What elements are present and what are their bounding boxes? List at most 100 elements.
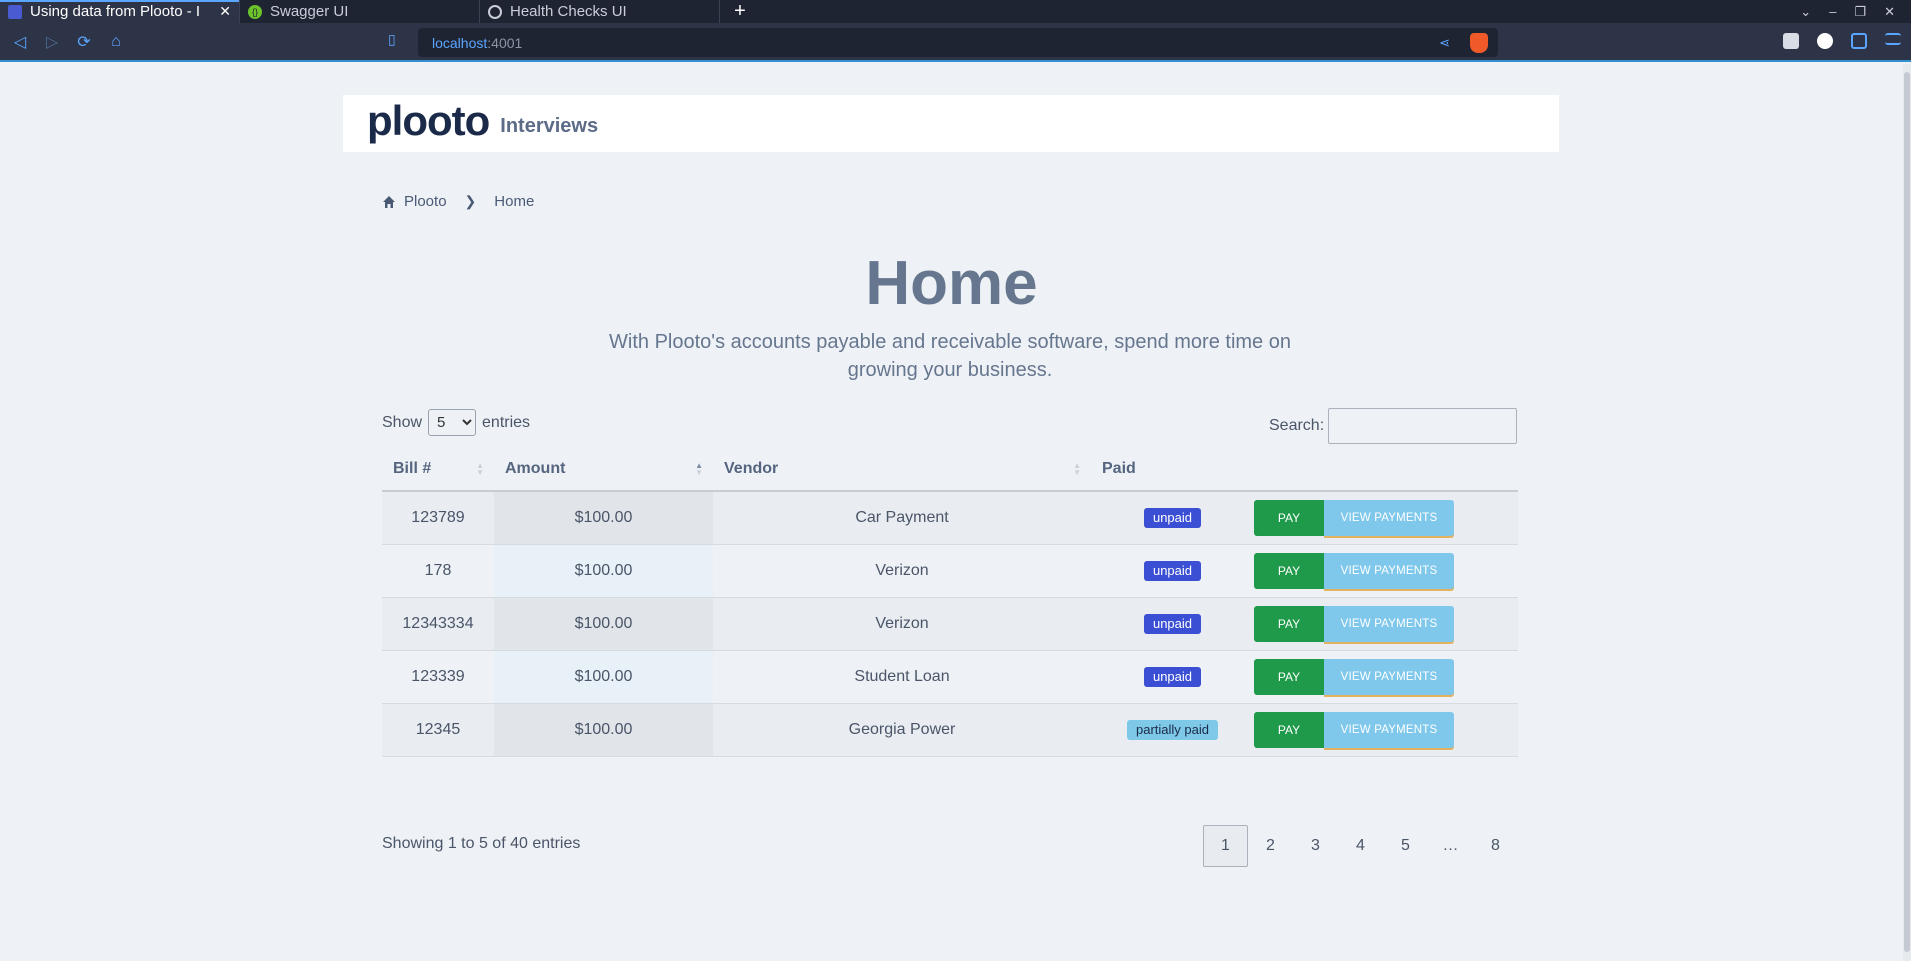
plooto-favicon (8, 4, 22, 19)
page-title: Home (865, 249, 1038, 318)
vendor-cell: Car Payment (713, 491, 1091, 545)
breadcrumb-home-link[interactable]: Plooto (404, 193, 447, 210)
pay-button[interactable]: PAY (1254, 552, 1324, 589)
sort-icon: ▲ ▼ (1073, 461, 1081, 477)
browser-tab-bar: Using data from Plooto - I ✕ {} Swagger … (0, 0, 1911, 23)
entries-label: entries (482, 413, 531, 431)
page-button-4[interactable]: 4 (1338, 825, 1383, 867)
bills-table-container: Bill # ▲ ▼ Amount ▲ ▼ Vendor ▲ ▼ Paid 123789 $… (382, 448, 1518, 757)
close-window-icon[interactable]: ✕ (1884, 4, 1895, 20)
tab-swagger[interactable]: {} Swagger UI (240, 0, 480, 23)
entries-length-control: Show 5 entries (382, 409, 530, 436)
page-scrollbar[interactable] (1903, 64, 1911, 961)
search-control: Search: (1269, 408, 1518, 444)
vendor-cell: Verizon (713, 544, 1091, 598)
show-label: Show (382, 413, 423, 431)
extension-a-icon[interactable] (1817, 33, 1833, 49)
table-row: 178 $100.00 Verizon unpaid PAY VIEW PAYME… (382, 544, 1518, 598)
bill-number-cell: 178 (382, 544, 494, 598)
vendor-cell: Student Loan (713, 650, 1091, 704)
swagger-favicon: {} (248, 4, 262, 19)
tab-title: Health Checks UI (510, 3, 627, 20)
actions-cell: PAY VIEW PAYMENTS (1254, 491, 1518, 545)
column-header-vendor[interactable]: Vendor ▲ ▼ (713, 448, 1091, 492)
amount-cell: $100.00 (494, 703, 713, 757)
column-header-actions (1254, 448, 1518, 492)
amount-cell: $100.00 (494, 491, 713, 545)
new-tab-button[interactable]: + (720, 0, 760, 23)
page-button-5[interactable]: 5 (1383, 825, 1428, 867)
bookmark-icon[interactable]: ▯ (388, 31, 396, 48)
reload-icon[interactable]: ⟳ (68, 26, 100, 58)
minimize-icon[interactable]: – (1829, 4, 1836, 19)
column-header-bill[interactable]: Bill # ▲ ▼ (382, 448, 494, 492)
pay-button[interactable]: PAY (1254, 711, 1324, 748)
status-badge: unpaid (1143, 560, 1202, 581)
table-header-row: Bill # ▲ ▼ Amount ▲ ▼ Vendor ▲ ▼ Paid (382, 448, 1518, 492)
chevron-down-icon[interactable]: ⌄ (1800, 4, 1811, 20)
paid-cell: unpaid (1091, 597, 1254, 651)
actions-cell: PAY VIEW PAYMENTS (1254, 544, 1518, 598)
header-subtitle: Interviews (500, 115, 599, 137)
share-icon[interactable]: ⋖ (1439, 35, 1450, 51)
amount-cell: $100.00 (494, 597, 713, 651)
address-bar[interactable]: localhost:4001 ⋖ (418, 28, 1498, 811)
breadcrumb: Plooto ❯ Home (382, 193, 534, 210)
vendor-cell: Verizon (713, 597, 1091, 651)
table-info: Showing 1 to 5 of 40 entries (382, 835, 581, 852)
globe-icon (488, 4, 502, 19)
paid-cell: partially paid (1091, 703, 1254, 757)
restore-icon[interactable]: ❐ (1854, 4, 1866, 20)
column-header-amount[interactable]: Amount ▲ ▼ (494, 448, 713, 492)
home-icon (383, 195, 395, 208)
paid-cell: unpaid (1091, 491, 1254, 545)
bitwarden-icon[interactable] (1783, 33, 1799, 49)
search-input[interactable] (1328, 408, 1518, 444)
bills-table: Bill # ▲ ▼ Amount ▲ ▼ Vendor ▲ ▼ Paid 123789 $… (382, 448, 1518, 757)
pagination: 1 2 3 4 5 … 8 (1203, 825, 1518, 867)
back-icon[interactable]: ◁ (4, 26, 36, 58)
page-button-3[interactable]: 3 (1293, 825, 1338, 867)
amount-cell: $100.00 (494, 650, 713, 704)
page-button-8[interactable]: 8 (1473, 825, 1518, 867)
plooto-logo[interactable]: plooto (367, 99, 490, 148)
menu-icon[interactable] (1885, 33, 1901, 45)
forward-icon[interactable]: ▷ (36, 26, 68, 58)
pay-button[interactable]: PAY (1254, 499, 1324, 536)
bill-number-cell: 123789 (382, 491, 494, 545)
breadcrumb-current: Home (494, 193, 535, 210)
pay-button[interactable]: PAY (1254, 658, 1324, 695)
site-header: plooto Interviews (343, 95, 1559, 152)
view-payments-button[interactable]: VIEW PAYMENTS (1324, 605, 1454, 642)
search-label: Search: (1269, 417, 1325, 434)
page-button-1[interactable]: 1 (1203, 825, 1248, 867)
tab-plooto[interactable]: Using data from Plooto - I ✕ (0, 0, 240, 23)
sort-icon: ▲ ▼ (476, 461, 484, 477)
page-ellipsis: … (1442, 837, 1459, 854)
page-subtitle: With Plooto's accounts payable and recei… (609, 331, 1291, 381)
table-row: 12345 $100.00 Georgia Power partially pa… (382, 703, 1518, 757)
puzzle-icon[interactable] (1851, 33, 1867, 49)
entries-select[interactable]: 5 (428, 409, 477, 436)
status-badge: unpaid (1143, 666, 1202, 687)
bill-number-cell: 123339 (382, 650, 494, 704)
table-row: 123339 $100.00 Student Loan unpaid PAY VI… (382, 650, 1518, 704)
tab-health-checks[interactable]: Health Checks UI (480, 0, 720, 23)
home-icon[interactable]: ⌂ (100, 26, 132, 58)
browser-nav-bar: ◁ ▷ ⟳ ⌂ ▯ localhost:4001 ⋖ (0, 23, 1911, 811)
view-payments-button[interactable]: VIEW PAYMENTS (1324, 658, 1454, 695)
pay-button[interactable]: PAY (1254, 605, 1324, 642)
status-badge: partially paid (1127, 719, 1218, 740)
scrollbar-thumb[interactable] (1904, 72, 1910, 952)
brave-shield-icon[interactable] (1470, 33, 1488, 53)
close-icon[interactable]: ✕ (219, 3, 231, 20)
view-payments-button[interactable]: VIEW PAYMENTS (1324, 552, 1454, 589)
page-content: plooto Interviews Plooto ❯ Home Home Wit… (0, 64, 1911, 961)
url-text[interactable]: localhost:4001 (432, 35, 522, 51)
view-payments-button[interactable]: VIEW PAYMENTS (1324, 499, 1454, 536)
column-header-paid[interactable]: Paid (1091, 448, 1254, 492)
view-payments-button[interactable]: VIEW PAYMENTS (1324, 711, 1454, 748)
amount-cell: $100.00 (494, 544, 713, 598)
actions-cell: PAY VIEW PAYMENTS (1254, 597, 1518, 651)
page-button-2[interactable]: 2 (1248, 825, 1293, 867)
